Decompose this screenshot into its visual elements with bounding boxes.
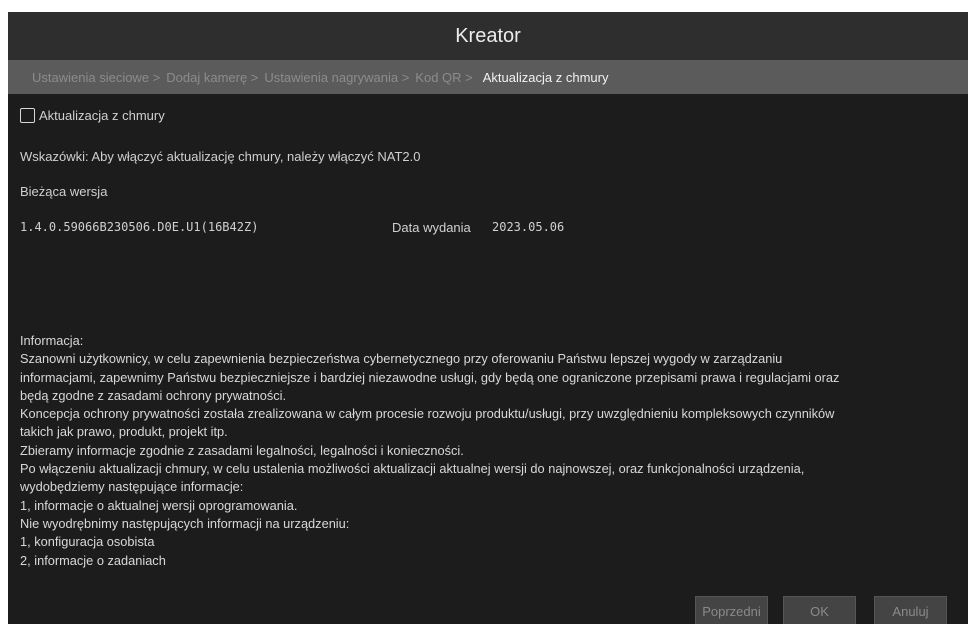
info-line: Szanowni użytkownicy, w celu zapewnienia… bbox=[20, 351, 783, 367]
info-line: takich jak prawo, produkt, projekt itp. bbox=[20, 424, 228, 440]
release-date-label: Data wydania bbox=[392, 220, 471, 235]
info-line: 2, informacje o zadaniach bbox=[20, 552, 166, 568]
previous-button[interactable]: Poprzedni bbox=[695, 596, 768, 624]
step-cloud-update[interactable]: Aktualizacja z chmury bbox=[483, 70, 609, 85]
window-titlebar: Kreator bbox=[8, 12, 968, 60]
cloud-update-label: Aktualizacja z chmury bbox=[39, 108, 165, 123]
info-line: Zbieramy informacje zgodnie z zasadami l… bbox=[20, 442, 464, 458]
window-title: Kreator bbox=[455, 24, 521, 47]
info-line: 1, informacje o aktualnej wersji oprogra… bbox=[20, 497, 298, 513]
info-line: Po włączeniu aktualizacji chmury, w celu… bbox=[20, 461, 805, 477]
ok-button[interactable]: OK bbox=[783, 596, 856, 624]
info-line: będą zgodne z zasadami ochrony prywatnoś… bbox=[20, 387, 287, 403]
cancel-button[interactable]: Anuluj bbox=[874, 596, 947, 624]
info-line: Informacja: bbox=[20, 333, 84, 348]
release-date-value: 2023.05.06 bbox=[492, 220, 565, 234]
step-network-settings[interactable]: Ustawienia sieciowe > bbox=[32, 70, 160, 85]
info-text: Informacja: Szanowni użytkownicy, w celu… bbox=[20, 332, 960, 570]
info-line: informacjami, zapewnimy Państwu bezpiecz… bbox=[20, 369, 840, 385]
tips-text: Wskazówki: Aby włączyć aktualizację chmu… bbox=[20, 149, 421, 164]
wizard-steps: Ustawienia sieciowe > Dodaj kamerę > Ust… bbox=[8, 60, 968, 94]
cloud-update-checkbox[interactable] bbox=[20, 108, 35, 123]
cloud-update-toggle[interactable]: Aktualizacja z chmury bbox=[20, 108, 165, 123]
step-qr-code[interactable]: Kod QR > bbox=[415, 70, 472, 85]
info-line: wydobędziemy następujące informacje: bbox=[20, 479, 244, 495]
wizard-window: Kreator Ustawienia sieciowe > Dodaj kame… bbox=[8, 12, 968, 624]
info-line: Nie wyodrębnimy następujących informacji… bbox=[20, 515, 350, 531]
info-line: Koncepcja ochrony prywatności została zr… bbox=[20, 406, 835, 422]
step-recording-settings[interactable]: Ustawienia nagrywania > bbox=[264, 70, 409, 85]
content-area: Aktualizacja z chmury Wskazówki: Aby włą… bbox=[8, 94, 968, 604]
firmware-version: 1.4.0.59066B230506.D0E.U1(16B42Z) bbox=[20, 220, 259, 234]
current-version-heading: Bieżąca wersja bbox=[20, 184, 108, 199]
step-add-camera[interactable]: Dodaj kamerę > bbox=[166, 70, 258, 85]
info-line: 1, konfiguracja osobista bbox=[20, 534, 155, 550]
